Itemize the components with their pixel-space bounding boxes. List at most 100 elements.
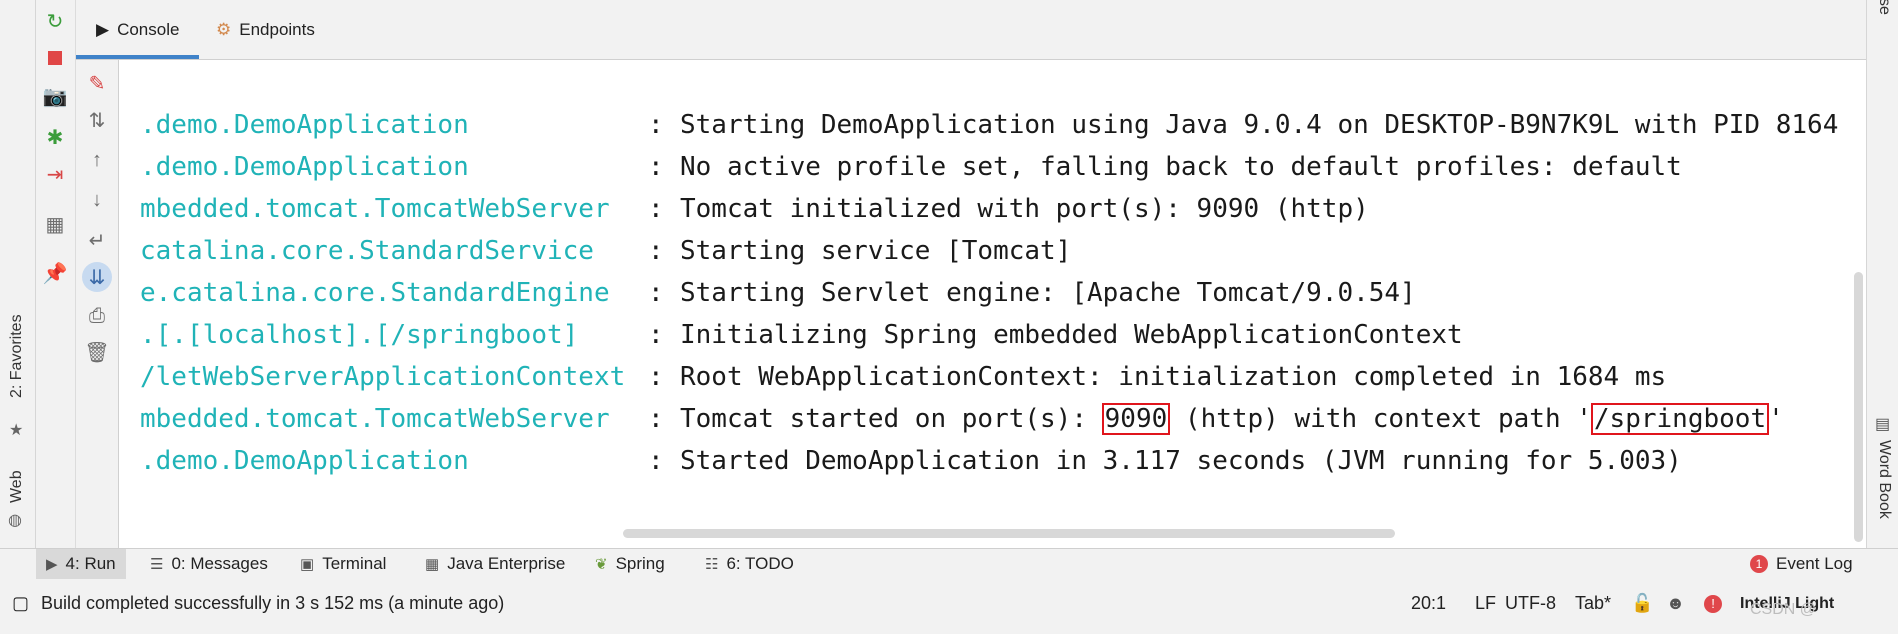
- up-arrow-icon[interactable]: ↑: [82, 145, 112, 175]
- lock-icon[interactable]: 🔓: [1631, 579, 1653, 628]
- highlighted-port: 9090: [1101, 403, 1171, 435]
- sort-icon[interactable]: ⇅: [82, 105, 112, 135]
- pin-icon[interactable]: 📌: [40, 258, 70, 288]
- book-icon: ▤: [1875, 416, 1891, 433]
- java-enterprise-tool-button[interactable]: ▦ Java Enterprise: [425, 549, 565, 579]
- debug-bug-icon[interactable]: ✱: [40, 122, 70, 152]
- java-enterprise-icon: ▦: [425, 556, 440, 573]
- tab-console[interactable]: ▶ Console: [96, 0, 196, 59]
- rerun-icon[interactable]: ↻: [40, 6, 70, 36]
- tool-label: Terminal: [322, 554, 387, 573]
- separator: :: [648, 110, 664, 140]
- clear-pen-icon[interactable]: ✎: [82, 68, 112, 98]
- console-icon: ▶: [96, 19, 110, 39]
- stop-icon: [48, 51, 62, 65]
- run-tool-button[interactable]: ▶ 4: Run: [36, 549, 126, 579]
- spring-icon: ❦: [595, 556, 608, 573]
- logger-name: e.catalina.core.StandardEngine: [140, 278, 610, 308]
- messages-icon: ☰: [150, 556, 164, 573]
- separator: :: [648, 194, 664, 224]
- indent-setting[interactable]: Tab*: [1575, 579, 1611, 628]
- status-toggle-icon[interactable]: ▢: [12, 579, 29, 628]
- left-tool-strip: 2: Favorites ★ Web ◍: [0, 0, 36, 548]
- todo-tool-button[interactable]: ☷ 6: TODO: [705, 549, 794, 579]
- tab-bar: ▶ Console ⚙ Endpoints: [76, 0, 1866, 60]
- terminal-tool-button[interactable]: ▣ Terminal: [300, 549, 386, 579]
- run-toolbar: ↻ 📷 ✱ ⇥ ▦ 📌: [36, 0, 76, 548]
- event-log-button[interactable]: 1 Event Log: [1750, 549, 1853, 579]
- tool-label: 4: Run: [65, 554, 116, 573]
- event-log-badge: 1: [1750, 555, 1768, 573]
- log-message: Starting Servlet engine: [Apache Tomcat/…: [680, 278, 1416, 308]
- inspector-icon[interactable]: ☻: [1666, 579, 1685, 628]
- log-message: Tomcat initialized with port(s): 9090 (h…: [680, 194, 1369, 224]
- log-message: Tomcat started on port(s): 9090 (http) w…: [680, 398, 1784, 440]
- logger-name: .[.[localhost].[/springboot]: [140, 320, 579, 350]
- soft-wrap-icon[interactable]: ↵: [82, 225, 112, 255]
- log-message: No active profile set, falling back to d…: [680, 152, 1682, 182]
- spring-tool-button[interactable]: ❦ Spring: [595, 549, 665, 579]
- scroll-to-end-icon[interactable]: ⇊: [82, 262, 112, 292]
- line-separator[interactable]: LF: [1475, 579, 1496, 628]
- log-message: Root WebApplicationContext: initializati…: [680, 362, 1667, 392]
- caret-position[interactable]: 20:1: [1411, 579, 1446, 628]
- highlighted-context-path: /springboot: [1590, 403, 1770, 435]
- watermark: CSDN @: [1750, 600, 1817, 618]
- message-text: ': [1768, 404, 1784, 434]
- tool-label: Spring: [615, 554, 665, 573]
- horizontal-scrollbar[interactable]: [623, 529, 1395, 538]
- camera-icon[interactable]: 📷: [40, 81, 70, 111]
- right-top-tab[interactable]: se: [1875, 0, 1893, 15]
- separator: :: [648, 404, 664, 434]
- separator: :: [648, 446, 664, 476]
- globe-icon: ◍: [8, 512, 22, 529]
- message-text: (http) with context path ': [1169, 404, 1592, 434]
- status-bar: ▢ Build completed successfully in 3 s 15…: [0, 579, 1898, 628]
- status-message[interactable]: Build completed successfully in 3 s 152 …: [41, 579, 504, 628]
- tab-label: Console: [117, 19, 180, 39]
- down-arrow-icon[interactable]: ↓: [82, 185, 112, 215]
- favorites-tab[interactable]: 2: Favorites: [8, 314, 26, 398]
- right-tool-strip: se ▤ Word Book: [1866, 0, 1898, 548]
- logger-name: catalina.core.StandardService: [140, 236, 594, 266]
- run-icon: ▶: [46, 556, 58, 573]
- log-message: Started DemoApplication in 3.117 seconds…: [680, 446, 1682, 476]
- message-text: Tomcat started on port(s):: [680, 404, 1103, 434]
- tool-label: Java Enterprise: [447, 554, 566, 573]
- logger-name: .demo.DemoApplication: [140, 446, 469, 476]
- exit-icon[interactable]: ⇥: [40, 159, 70, 189]
- console-toolbar: ✎ ⇅ ↑ ↓ ↵ ⇊ ⎙ 🗑: [76, 60, 119, 548]
- log-message: Starting service [Tomcat]: [680, 236, 1072, 266]
- messages-tool-button[interactable]: ☰ 0: Messages: [150, 549, 268, 579]
- word-book-tab[interactable]: Word Book: [1875, 440, 1893, 519]
- todo-icon: ☷: [705, 556, 719, 573]
- separator: :: [648, 320, 664, 350]
- separator: :: [648, 362, 664, 392]
- vertical-scrollbar[interactable]: [1854, 272, 1863, 542]
- logger-name: /letWebServerApplicationContext: [140, 362, 626, 392]
- log-message: Starting DemoApplication using Java 9.0.…: [680, 110, 1839, 140]
- logger-name: mbedded.tomcat.TomcatWebServer: [140, 194, 610, 224]
- layout-icon[interactable]: ▦: [40, 209, 70, 239]
- separator: :: [648, 236, 664, 266]
- logger-name: .demo.DemoApplication: [140, 152, 469, 182]
- console-output[interactable]: .demo.DemoApplication: Starting DemoAppli…: [119, 60, 1866, 548]
- trash-icon[interactable]: 🗑: [82, 337, 112, 367]
- web-tab[interactable]: Web: [8, 470, 26, 503]
- tab-label: Endpoints: [239, 19, 315, 39]
- tool-window-bar: ▶ 4: Run ☰ 0: Messages ▣ Terminal ▦ Java Ent…: [0, 548, 1898, 580]
- active-tab-indicator: [76, 55, 199, 59]
- separator: :: [648, 152, 664, 182]
- logger-name: .demo.DemoApplication: [140, 110, 469, 140]
- logger-name: mbedded.tomcat.TomcatWebServer: [140, 404, 610, 434]
- separator: :: [648, 278, 664, 308]
- tab-endpoints[interactable]: ⚙ Endpoints: [216, 0, 315, 59]
- file-encoding[interactable]: UTF-8: [1505, 579, 1556, 628]
- tool-label: 6: TODO: [726, 554, 794, 573]
- print-icon[interactable]: ⎙: [82, 301, 112, 331]
- error-icon[interactable]: !: [1704, 579, 1722, 628]
- tool-label: 0: Messages: [171, 554, 268, 573]
- stop-button[interactable]: [40, 43, 70, 73]
- star-icon: ★: [9, 422, 24, 439]
- endpoints-icon: ⚙: [216, 19, 232, 39]
